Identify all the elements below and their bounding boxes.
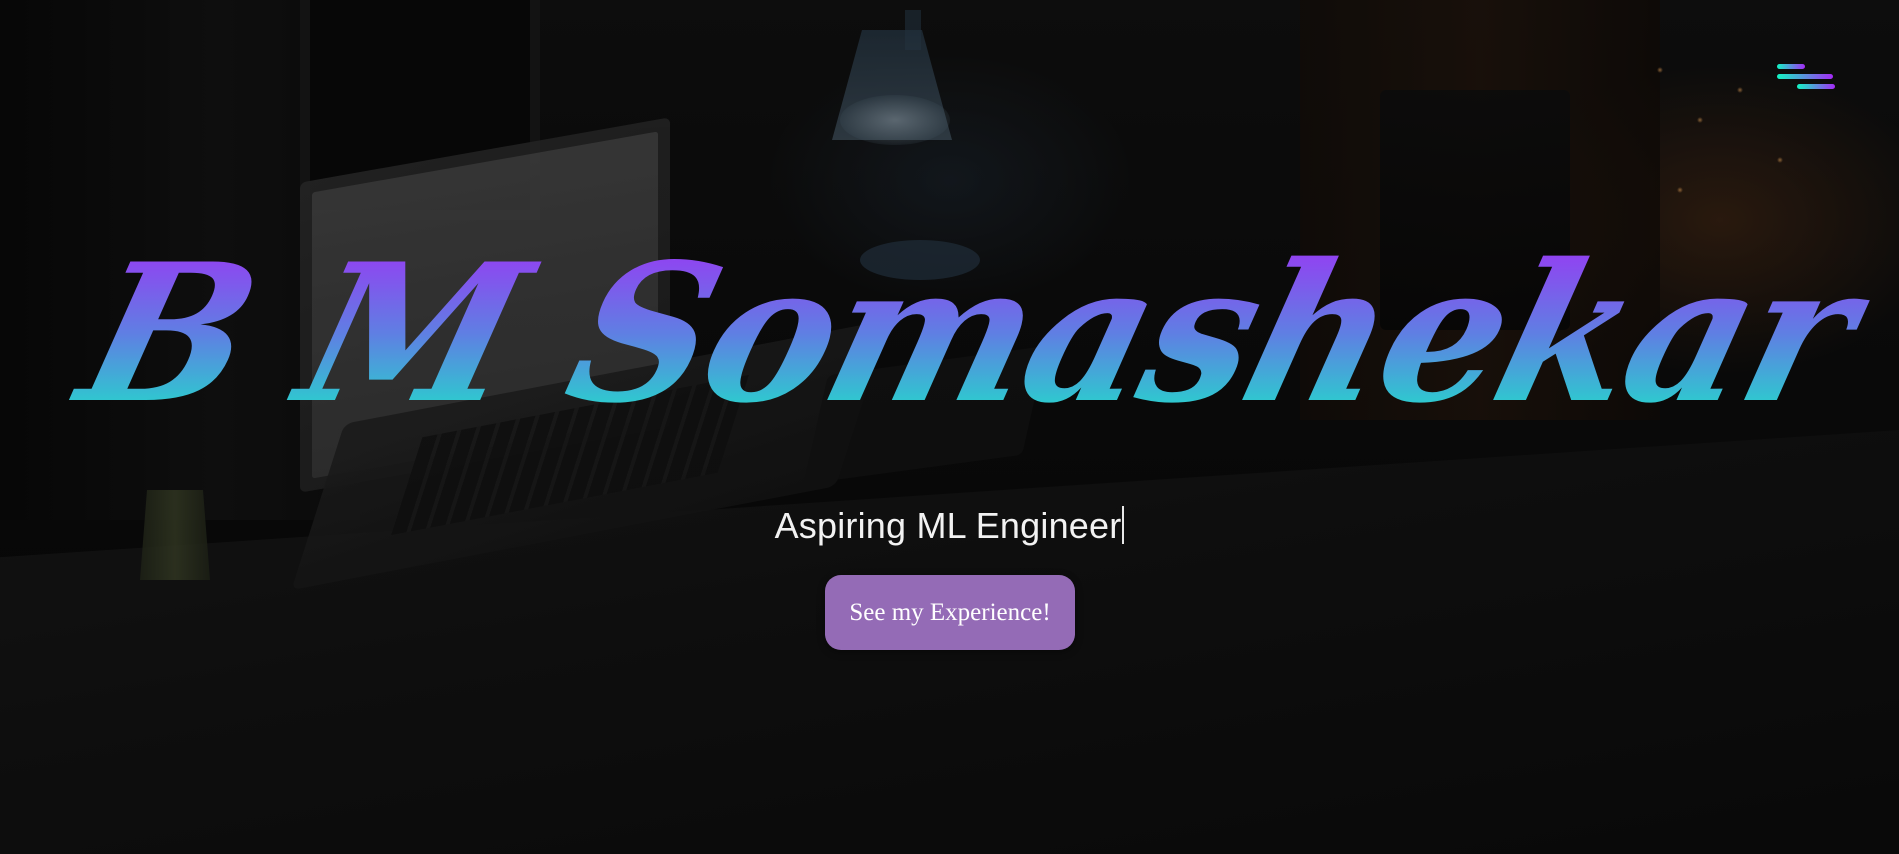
menu-line-top — [1777, 64, 1805, 69]
hero-section: B M Somashekar Aspiring ML Engineer See … — [0, 0, 1899, 854]
hamburger-menu-icon[interactable] — [1773, 60, 1843, 100]
see-experience-button[interactable]: See my Experience! — [825, 575, 1075, 650]
hero-subtitle: Aspiring ML Engineer — [0, 505, 1899, 547]
hero-name-text: B M Somashekar — [57, 222, 1890, 446]
menu-line-bottom — [1797, 84, 1835, 89]
hero-name-title: B M Somashekar — [57, 205, 1890, 446]
menu-line-middle — [1777, 74, 1833, 79]
typing-caret — [1122, 506, 1125, 544]
hero-subtitle-text: Aspiring ML Engineer — [774, 505, 1122, 546]
